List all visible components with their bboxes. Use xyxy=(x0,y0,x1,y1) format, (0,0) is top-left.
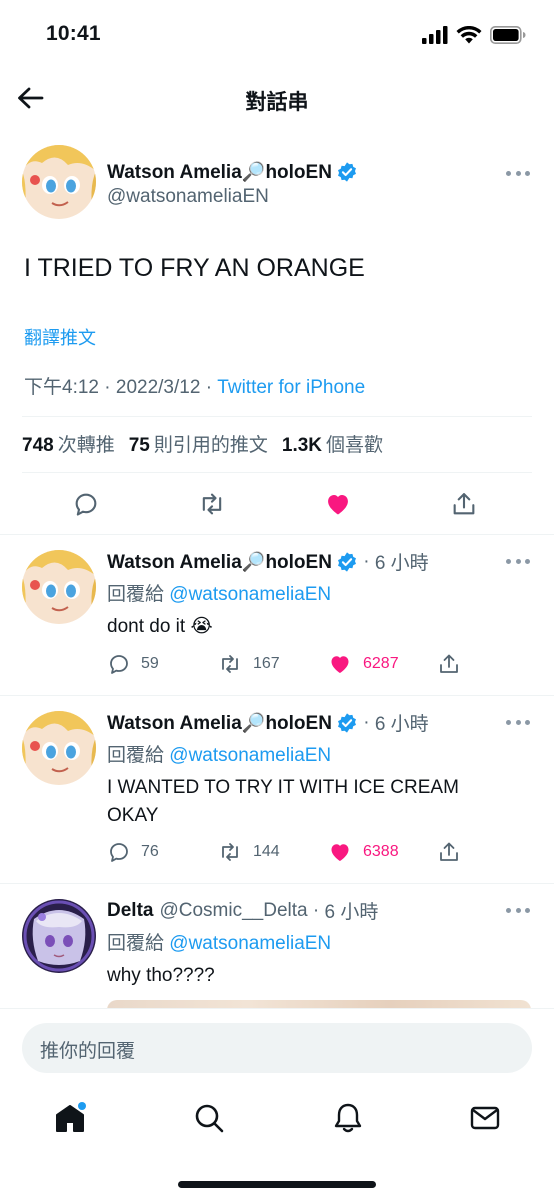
search-icon xyxy=(195,1104,224,1133)
share-icon xyxy=(440,842,458,861)
comment-icon xyxy=(110,843,128,862)
tweet-actions xyxy=(0,486,554,526)
retweet-button[interactable]: 144 xyxy=(217,840,327,864)
author-name[interactable]: Watson Amelia🔎holoEN xyxy=(107,160,332,184)
reply-actions: 76 144 6388 xyxy=(107,838,467,866)
reply-count: 59 xyxy=(141,655,159,672)
page-title: 對話串 xyxy=(245,91,309,114)
tweet-text: I TRIED TO FRY AN ORANGE xyxy=(24,254,365,282)
reply-input[interactable]: 推你的回覆 xyxy=(22,1023,532,1073)
verified-badge-icon xyxy=(336,551,358,573)
home-indicator xyxy=(178,1181,376,1188)
retweet-icon xyxy=(222,655,238,673)
retweet-icon xyxy=(202,493,222,515)
likes-stat[interactable]: 1.3K 個喜歡 xyxy=(282,430,383,457)
divider xyxy=(22,472,532,473)
tab-notifications[interactable] xyxy=(328,1098,368,1138)
reply-time: 6 小時 xyxy=(324,902,379,923)
tab-messages[interactable] xyxy=(465,1098,505,1138)
author-name[interactable]: Watson Amelia🔎holoEN xyxy=(107,711,332,735)
reply-time: 6 小時 xyxy=(374,553,429,574)
heart-filled-icon xyxy=(331,844,349,861)
tweet-stats: 748 次轉推 75 則引用的推文 1.3K 個喜歡 xyxy=(22,430,383,457)
share-icon xyxy=(440,654,458,673)
reply-button[interactable]: 76 xyxy=(107,840,217,864)
home-icon xyxy=(56,1102,86,1132)
tweet-source-link[interactable]: Twitter for iPhone xyxy=(217,377,365,398)
reply-text: dont do it 😭 xyxy=(107,616,213,637)
heart-filled-icon xyxy=(328,495,348,515)
reply-button[interactable]: 59 xyxy=(107,652,217,676)
replying-to-link[interactable]: @watsonameliaEN xyxy=(169,745,331,766)
tweet-date: 2022/3/12 xyxy=(115,377,201,398)
reply-time: 6 小時 xyxy=(374,714,429,735)
heart-filled-icon xyxy=(331,656,349,673)
retweets-stat[interactable]: 748 次轉推 xyxy=(22,430,115,457)
author-name[interactable]: Delta xyxy=(107,900,153,922)
tab-search[interactable] xyxy=(189,1098,229,1138)
reply-tweet[interactable]: Watson Amelia🔎holoEN · 6 小時 回覆給 @watsona… xyxy=(0,534,554,695)
translate-link[interactable]: 翻譯推文 xyxy=(24,324,96,350)
retweet-count: 144 xyxy=(253,843,280,860)
reply-button[interactable] xyxy=(70,488,102,520)
verified-badge-icon xyxy=(336,712,358,734)
reply-text: I WANTED TO TRY IT WITH ICE CREAM OKAY xyxy=(107,777,459,826)
more-options-icon[interactable] xyxy=(506,556,530,566)
tweet-meta: 下午4:12 · 2022/3/12 · Twitter for iPhone xyxy=(24,377,366,398)
reply-actions: 59 167 6287 xyxy=(107,650,467,678)
like-button[interactable]: 6388 xyxy=(327,840,437,864)
retweet-button[interactable]: 167 xyxy=(217,652,327,676)
more-options-icon[interactable] xyxy=(506,717,530,727)
header: 對話串 xyxy=(0,70,554,128)
comment-icon xyxy=(110,655,128,674)
like-count: 6287 xyxy=(363,655,399,672)
reply-tweet[interactable]: Watson Amelia🔎holoEN · 6 小時 回覆給 @watsona… xyxy=(0,695,554,883)
avatar[interactable] xyxy=(22,899,96,973)
tab-home[interactable] xyxy=(50,1098,90,1138)
signal-icon xyxy=(422,26,448,44)
status-time: 10:41 xyxy=(46,22,101,45)
status-icons xyxy=(422,26,526,44)
mail-icon xyxy=(470,1106,500,1130)
divider xyxy=(22,416,532,417)
like-button[interactable] xyxy=(322,488,354,520)
quotes-stat[interactable]: 75 則引用的推文 xyxy=(129,430,268,457)
share-button[interactable] xyxy=(448,488,480,520)
compose-bar: 推你的回覆 xyxy=(0,1008,554,1088)
more-options-icon[interactable] xyxy=(506,168,530,178)
author-name-row[interactable]: Watson Amelia🔎holoEN xyxy=(107,160,358,184)
tweet-time: 下午4:12 xyxy=(24,377,99,398)
reply-text: why tho???? xyxy=(107,965,215,986)
replying-to: 回覆給 @watsonameliaEN xyxy=(107,584,332,605)
main-tweet: Watson Amelia🔎holoEN @watsonameliaEN I T… xyxy=(0,128,554,534)
author-handle[interactable]: @Cosmic__Delta xyxy=(159,900,307,922)
share-icon xyxy=(453,493,475,515)
replying-to: 回覆給 @watsonameliaEN xyxy=(107,745,332,766)
retweet-icon xyxy=(222,843,238,861)
verified-badge-icon xyxy=(336,161,358,183)
retweet-count: 167 xyxy=(253,655,280,672)
more-options-icon[interactable] xyxy=(506,905,530,915)
avatar[interactable] xyxy=(22,550,96,624)
author-handle[interactable]: @watsonameliaEN xyxy=(107,186,269,208)
like-count: 6388 xyxy=(363,843,399,860)
share-button[interactable] xyxy=(437,652,467,676)
avatar[interactable] xyxy=(22,711,96,785)
replying-to: 回覆給 @watsonameliaEN xyxy=(107,933,332,954)
bell-icon xyxy=(334,1103,362,1133)
wifi-icon xyxy=(456,26,482,44)
share-button[interactable] xyxy=(437,840,467,864)
tab-bar xyxy=(0,1088,554,1200)
avatar[interactable] xyxy=(22,145,96,219)
author-name[interactable]: Watson Amelia🔎holoEN xyxy=(107,550,332,574)
reply-count: 76 xyxy=(141,843,159,860)
reply-tweet[interactable]: Delta @Cosmic__Delta · 6 小時 回覆給 @watsona… xyxy=(0,883,554,1008)
status-bar: 10:41 xyxy=(0,0,554,70)
replying-to-link[interactable]: @watsonameliaEN xyxy=(169,933,331,954)
battery-icon xyxy=(490,26,526,44)
replying-to-link[interactable]: @watsonameliaEN xyxy=(169,584,331,605)
like-button[interactable]: 6287 xyxy=(327,652,437,676)
retweet-button[interactable] xyxy=(196,488,228,520)
comment-icon xyxy=(75,493,97,516)
